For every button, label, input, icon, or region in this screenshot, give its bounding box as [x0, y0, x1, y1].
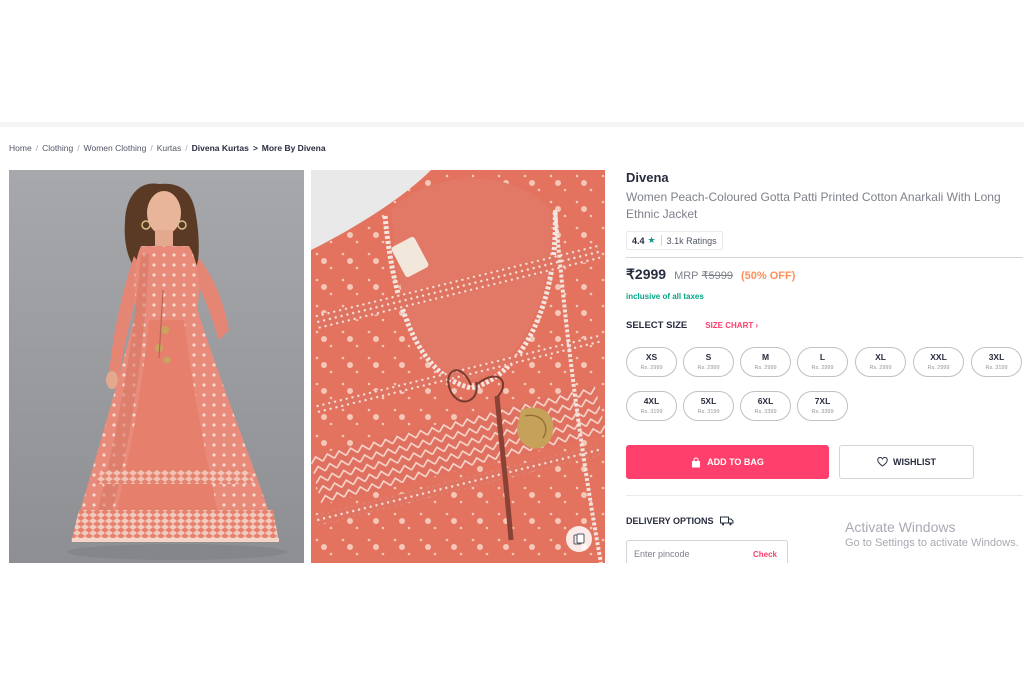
- size-chart-label: SIZE CHART: [705, 321, 754, 330]
- mrp: MRP ₹5999: [674, 269, 733, 282]
- breadcrumb-kurtas[interactable]: Kurtas: [157, 143, 182, 153]
- size-option-4xl[interactable]: 4XL Rs. 3199: [626, 391, 677, 421]
- size-option-m[interactable]: M Rs. 2999: [740, 347, 791, 377]
- mrp-label: MRP: [674, 270, 699, 282]
- size-label: XXL: [930, 352, 947, 362]
- size-price: Rs. 3199: [697, 409, 720, 415]
- breadcrumb-separator: /: [35, 143, 39, 153]
- size-label: 4XL: [643, 396, 660, 406]
- size-label: 6XL: [757, 396, 774, 406]
- delivery-options-header: DELIVERY OPTIONS: [626, 516, 734, 526]
- truck-icon: [719, 516, 734, 526]
- breadcrumb-women-clothing[interactable]: Women Clothing: [84, 143, 147, 153]
- size-option-xxl[interactable]: XXL Rs. 2999: [913, 347, 964, 377]
- rating-divider: [660, 235, 662, 246]
- size-price: Rs. 3399: [754, 409, 777, 415]
- size-label: L: [819, 352, 826, 362]
- discount-badge: (50% OFF): [741, 270, 796, 282]
- size-option-6xl[interactable]: 6XL Rs. 3399: [740, 391, 791, 421]
- size-label: 7XL: [814, 396, 831, 406]
- size-price: Rs. 2999: [811, 365, 834, 371]
- breadcrumb-clothing[interactable]: Clothing: [42, 143, 73, 153]
- page-bottom-area: [0, 563, 1024, 683]
- add-to-bag-label: ADD TO BAG: [707, 457, 764, 467]
- pincode-input[interactable]: [634, 549, 734, 559]
- breadcrumb-arrow: >: [252, 143, 258, 153]
- size-price: Rs. 2999: [927, 365, 950, 371]
- size-option-7xl[interactable]: 7XL Rs. 3399: [797, 391, 848, 421]
- star-icon: ★: [647, 235, 656, 245]
- size-label: 3XL: [988, 352, 1005, 362]
- breadcrumb-separator: /: [77, 143, 80, 153]
- product-brand: Divena: [626, 170, 669, 185]
- ratings-badge[interactable]: 4.4 ★ 3.1k Ratings: [626, 231, 723, 250]
- check-pincode-button[interactable]: Check: [753, 550, 777, 559]
- price-row: ₹2999 MRP ₹5999 (50% OFF): [626, 266, 795, 283]
- chevron-right-icon: ›: [755, 321, 759, 330]
- breadcrumb-more-by-brand[interactable]: More By Divena: [262, 143, 326, 153]
- view-similar-button[interactable]: [566, 526, 592, 552]
- size-price: Rs. 2999: [640, 365, 663, 371]
- divider: [626, 495, 1023, 496]
- size-option-xs[interactable]: XS Rs. 2999: [626, 347, 677, 377]
- top-header: [0, 0, 1024, 122]
- breadcrumb-home[interactable]: Home: [9, 143, 32, 153]
- model-photo: [9, 170, 304, 563]
- similar-products-icon: [573, 533, 585, 545]
- rating-value: 4.4: [632, 235, 645, 246]
- tax-note: inclusive of all taxes: [626, 292, 704, 301]
- size-price: Rs. 2999: [697, 365, 720, 371]
- wishlist-button[interactable]: WISHLIST: [839, 445, 974, 479]
- size-label: XL: [875, 352, 886, 362]
- breadcrumb-divena-kurtas[interactable]: Divena Kurtas: [192, 143, 249, 153]
- size-label: XS: [645, 352, 658, 362]
- size-price: Rs. 2999: [869, 365, 892, 371]
- wishlist-label: WISHLIST: [893, 457, 936, 467]
- rating-count: 3.1k Ratings: [666, 235, 717, 246]
- bag-icon: [692, 456, 701, 467]
- size-price: Rs. 3399: [811, 409, 834, 415]
- size-price: Rs. 2999: [754, 365, 777, 371]
- breadcrumb-separator: /: [185, 143, 188, 153]
- divider: [626, 257, 1023, 258]
- size-chart-link[interactable]: SIZE CHART ›: [705, 321, 758, 330]
- breadcrumb: Home / Clothing / Women Clothing / Kurta…: [9, 143, 326, 153]
- size-label: S: [705, 352, 712, 362]
- size-header: SELECT SIZE SIZE CHART ›: [626, 320, 758, 331]
- size-label: M: [761, 352, 770, 362]
- size-option-s[interactable]: S Rs. 2999: [683, 347, 734, 377]
- size-label: 5XL: [700, 396, 717, 406]
- size-option-xl[interactable]: XL Rs. 2999: [855, 347, 906, 377]
- product-image-detail[interactable]: [311, 170, 605, 563]
- product-title: Women Peach-Coloured Gotta Patti Printed…: [626, 190, 1001, 221]
- add-to-bag-button[interactable]: ADD TO BAG: [626, 445, 829, 479]
- product-image-main[interactable]: [9, 170, 304, 563]
- breadcrumb-separator: /: [150, 143, 153, 153]
- watermark-line-2: Go to Settings to activate Windows.: [845, 537, 1019, 549]
- delivery-options-title: DELIVERY OPTIONS: [626, 516, 714, 526]
- size-option-3xl[interactable]: 3XL Rs. 3199: [971, 347, 1022, 377]
- size-option-l[interactable]: L Rs. 2999: [797, 347, 848, 377]
- heart-icon: [877, 457, 888, 467]
- neckline-closeup-photo: [311, 170, 605, 563]
- size-option-5xl[interactable]: 5XL Rs. 3199: [683, 391, 734, 421]
- size-price: Rs. 3199: [985, 365, 1008, 371]
- watermark-line-1: Activate Windows: [845, 519, 956, 535]
- mrp-value: ₹5999: [701, 270, 733, 282]
- header-divider: [0, 122, 1024, 127]
- size-price: Rs. 3199: [640, 409, 663, 415]
- select-size-title: SELECT SIZE: [626, 320, 688, 331]
- activate-windows-watermark: Activate Windows Go to Settings to activ…: [845, 518, 1019, 551]
- selling-price: ₹2999: [626, 266, 667, 282]
